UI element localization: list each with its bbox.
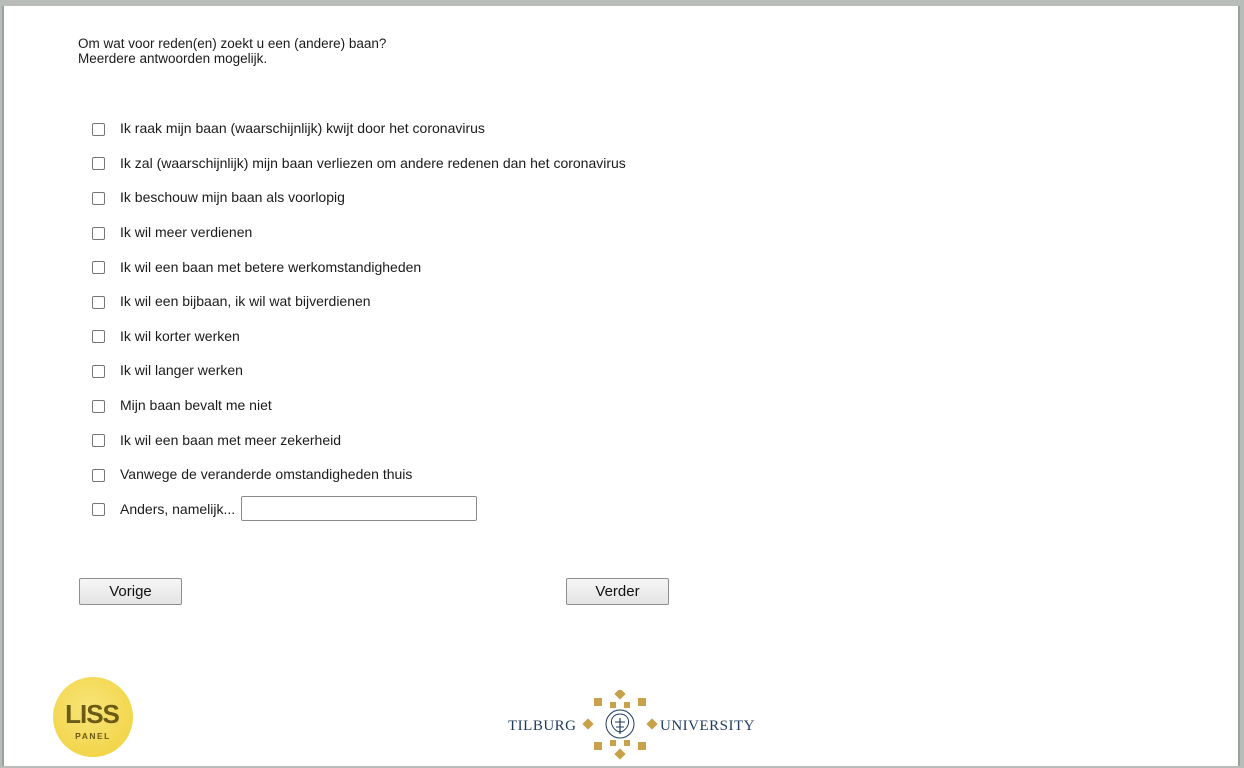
option-row[interactable]: Ik raak mijn baan (waarschijnlijk) kwijt…: [90, 111, 626, 146]
option-row[interactable]: Ik wil een bijbaan, ik wil wat bijverdie…: [90, 284, 626, 319]
tilburg-logo-left-text: TILBURG: [508, 718, 577, 734]
checkbox[interactable]: [92, 226, 105, 240]
option-label[interactable]: Ik zal (waarschijnlijk) mijn baan verlie…: [120, 155, 626, 171]
option-label[interactable]: Ik beschouw mijn baan als voorlopig: [120, 189, 345, 205]
option-row[interactable]: Ik wil meer verdienen: [90, 215, 626, 250]
question-text: Om wat voor reden(en) zoekt u een (ander…: [78, 36, 386, 66]
checkbox[interactable]: [92, 191, 105, 205]
option-row[interactable]: Vanwege de veranderde omstandigheden thu…: [90, 457, 626, 492]
option-label[interactable]: Ik wil korter werken: [120, 328, 240, 344]
option-label[interactable]: Ik raak mijn baan (waarschijnlijk) kwijt…: [120, 120, 485, 136]
question-title: Om wat voor reden(en) zoekt u een (ander…: [78, 36, 387, 51]
option-row[interactable]: Mijn baan bevalt me niet: [90, 388, 626, 423]
checkbox[interactable]: [92, 468, 105, 482]
liss-logo-top-text: LISS: [65, 699, 119, 729]
liss-logo-bottom-text: PANEL: [75, 731, 111, 741]
checkbox[interactable]: [92, 399, 105, 413]
checkbox[interactable]: [92, 295, 105, 309]
tilburg-university-logo: TILBURG UNIVERSITY: [508, 690, 755, 760]
option-label[interactable]: Ik wil langer werken: [120, 362, 243, 378]
option-row[interactable]: Ik beschouw mijn baan als voorlopig: [90, 180, 626, 215]
liss-panel-logo: LISS PANEL: [53, 677, 133, 757]
checkbox-other[interactable]: [92, 503, 105, 517]
previous-button[interactable]: Vorige: [79, 578, 182, 605]
option-row-other[interactable]: Anders, namelijk...: [90, 492, 626, 527]
question-instruction: Meerdere antwoorden mogelijk.: [78, 51, 268, 66]
checkbox[interactable]: [92, 157, 105, 171]
tilburg-seal-icon: [582, 690, 658, 760]
option-label[interactable]: Ik wil een bijbaan, ik wil wat bijverdie…: [120, 293, 371, 309]
option-label[interactable]: Ik wil een baan met meer zekerheid: [120, 432, 341, 448]
answer-options: Ik raak mijn baan (waarschijnlijk) kwijt…: [90, 111, 626, 526]
checkbox[interactable]: [92, 364, 105, 378]
option-row[interactable]: Ik wil een baan met meer zekerheid: [90, 422, 626, 457]
next-button[interactable]: Verder: [566, 578, 669, 605]
option-row[interactable]: Ik wil korter werken: [90, 319, 626, 354]
checkbox[interactable]: [92, 261, 105, 275]
option-row[interactable]: Ik wil langer werken: [90, 353, 626, 388]
option-label[interactable]: Vanwege de veranderde omstandigheden thu…: [120, 466, 412, 482]
option-label[interactable]: Mijn baan bevalt me niet: [120, 397, 272, 413]
checkbox[interactable]: [92, 330, 105, 344]
option-label[interactable]: Ik wil meer verdienen: [120, 224, 252, 240]
survey-page: Om wat voor reden(en) zoekt u een (ander…: [2, 6, 1240, 766]
option-label-other[interactable]: Anders, namelijk...: [120, 501, 235, 517]
option-label[interactable]: Ik wil een baan met betere werkomstandig…: [120, 259, 421, 275]
tilburg-logo-right-text: UNIVERSITY: [660, 718, 755, 734]
option-row[interactable]: Ik wil een baan met betere werkomstandig…: [90, 249, 626, 284]
option-row[interactable]: Ik zal (waarschijnlijk) mijn baan verlie…: [90, 146, 626, 181]
checkbox[interactable]: [92, 434, 105, 448]
checkbox[interactable]: [92, 122, 105, 136]
other-text-input[interactable]: [241, 496, 478, 522]
